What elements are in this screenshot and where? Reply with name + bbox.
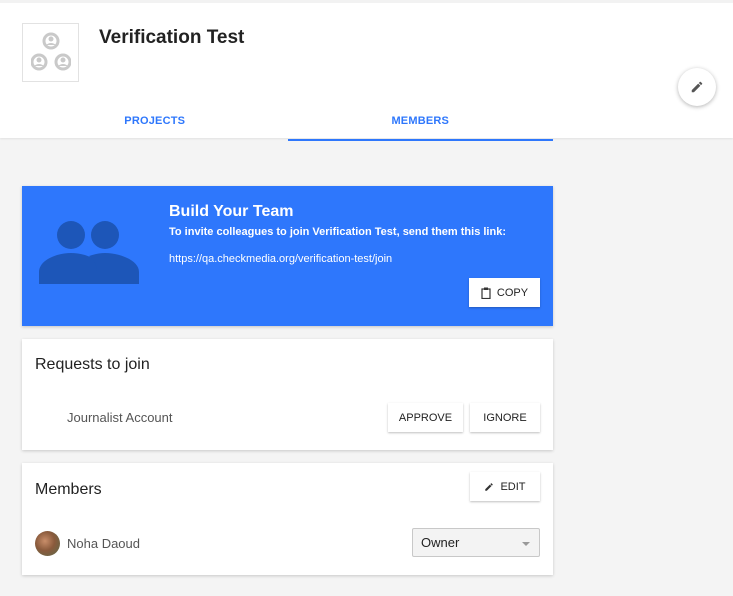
banner-title: Build Your Team [169,203,294,220]
copy-button[interactable]: COPY [469,278,540,307]
invite-link[interactable]: https://qa.checkmedia.org/verification-t… [169,253,392,265]
approve-button[interactable]: APPROVE [388,403,463,432]
edit-members-button[interactable]: EDIT [470,472,540,501]
requests-title: Requests to join [35,356,150,373]
avatar[interactable] [35,531,60,556]
team-header: Verification Test PROJECTS MEMBERS [0,0,733,141]
role-select[interactable]: Owner [412,528,540,557]
members-title: Members [35,481,102,498]
edit-button-label: EDIT [500,480,526,493]
invite-banner: Build Your Team To invite colleagues to … [22,186,553,326]
banner-subtitle: To invite colleagues to join Verificatio… [169,226,506,238]
edit-team-button[interactable] [678,68,716,106]
tab-bar: PROJECTS MEMBERS [22,103,553,141]
clipboard-icon [481,287,491,299]
copy-button-label: COPY [496,286,529,299]
role-select-value: Owner [421,535,460,550]
pencil-icon [485,482,494,491]
chevron-down-icon [522,542,530,546]
team-avatar[interactable] [22,23,79,82]
member-name: Noha Daoud [67,536,140,551]
team-avatar-icon [31,32,71,71]
ignore-button[interactable]: IGNORE [470,403,540,432]
people-icon [39,221,139,284]
pencil-icon [691,81,703,93]
request-name: Journalist Account [67,410,173,425]
tab-projects[interactable]: PROJECTS [22,103,288,141]
tab-members[interactable]: MEMBERS [287,103,553,141]
requests-card: Requests to join Journalist Account APPR… [22,339,553,450]
team-title: Verification Test [99,27,245,48]
members-card: Members EDIT Noha Daoud Owner [22,463,553,575]
